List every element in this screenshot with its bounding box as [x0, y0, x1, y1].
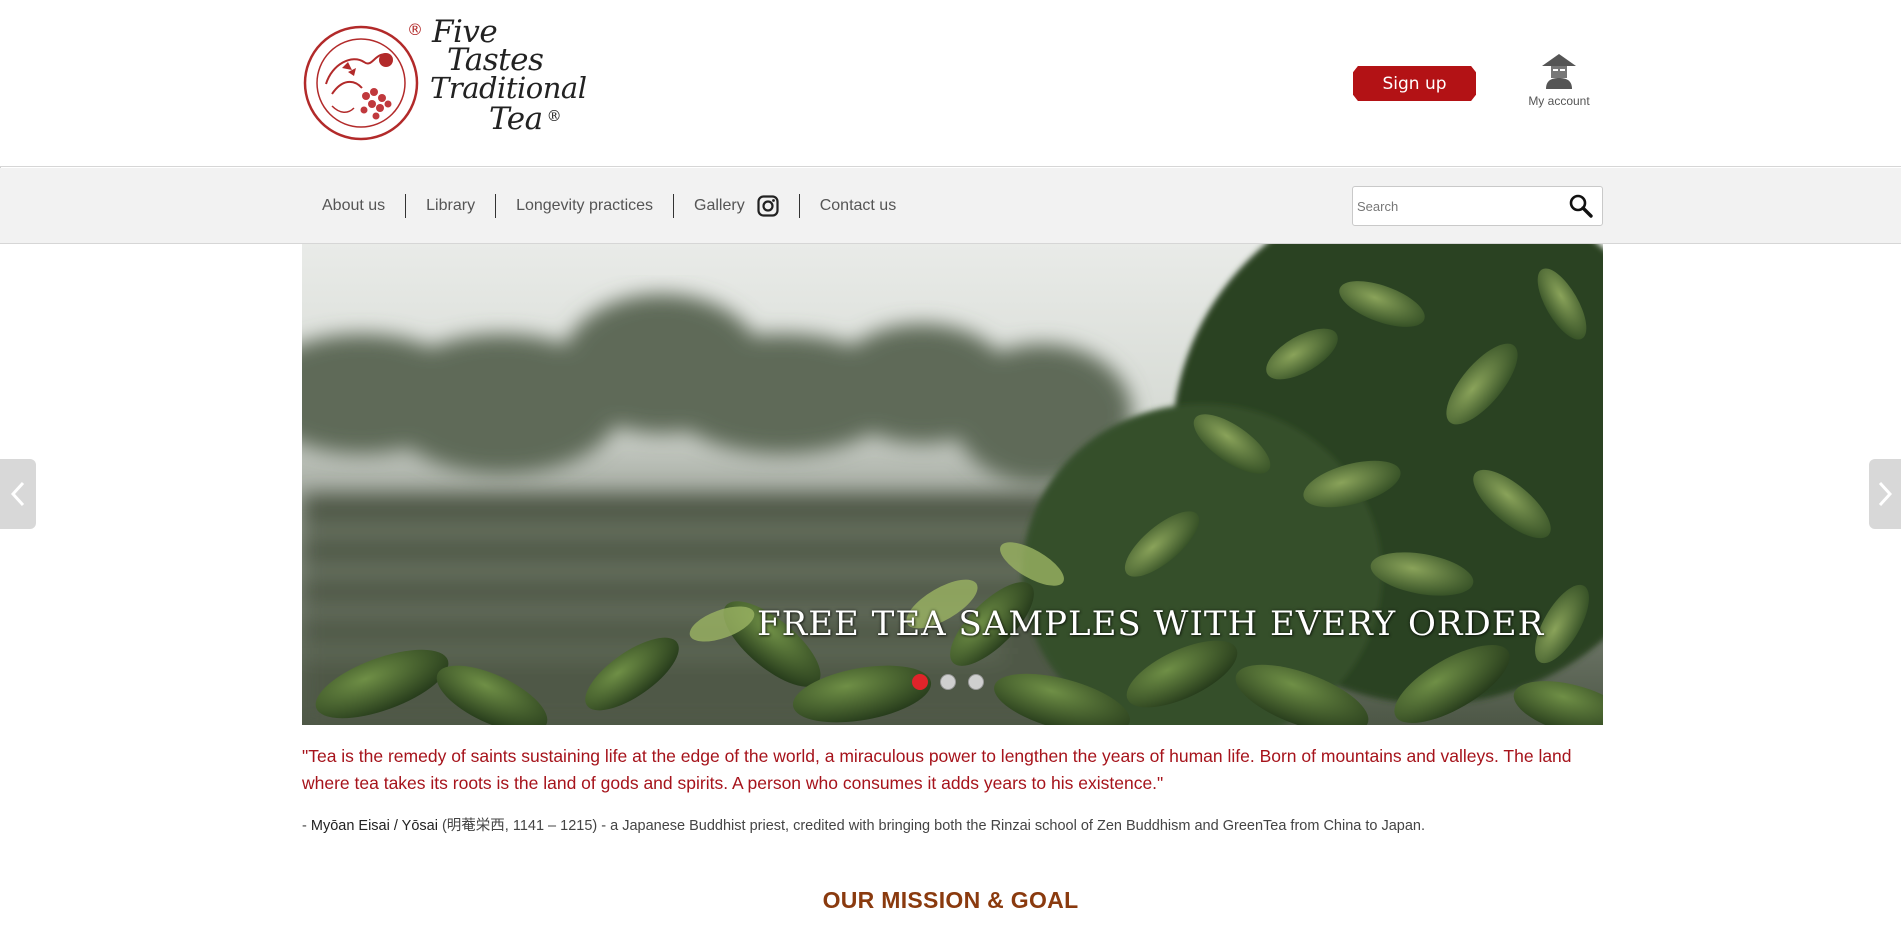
instagram-icon[interactable] [757, 195, 779, 217]
nav-item-library[interactable]: Library [406, 194, 495, 218]
quote-attribution: - Myōan Eisai / Yōsai (明菴栄西, 1141 – 1215… [302, 814, 1602, 835]
logo-word-tea: Tea ® [489, 102, 586, 135]
signup-button[interactable]: Sign up [1353, 66, 1476, 101]
nav-item-label: Gallery [694, 197, 745, 214]
slide-image-tea-plantation [302, 244, 1603, 725]
logo-registered-mark: ® [407, 20, 423, 39]
logo-word-tastes: Tastes [447, 42, 544, 78]
main-navbar: About us Library Longevity practices Gal… [0, 168, 1901, 244]
nav-item-gallery[interactable]: Gallery [674, 194, 799, 218]
search-box [1352, 186, 1603, 226]
site-logo[interactable]: ® Five Tastes Traditional Tea ® [302, 17, 587, 144]
search-icon[interactable] [1568, 193, 1594, 219]
logo-word-tea-text: Tea [489, 101, 543, 137]
account-icon [1542, 54, 1576, 89]
site-header: ® Five Tastes Traditional Tea ® Sign up M… [0, 0, 1901, 167]
hero-slider: FREE TEA SAMPLES WITH EVERY ORDER [302, 244, 1603, 725]
chevron-left-icon [10, 481, 25, 507]
attribution-prefix: - [302, 818, 311, 834]
mission-heading: OUR MISSION & GOAL [822, 887, 1079, 913]
chevron-right-icon [1878, 481, 1893, 507]
slider-prev-button[interactable] [0, 459, 36, 529]
nav-item-label: Library [426, 197, 476, 214]
slider-dot-1[interactable] [912, 674, 928, 690]
logo-word-traditional: Traditional [430, 71, 587, 105]
nav-item-contact-us[interactable]: Contact us [800, 194, 916, 218]
slide-caption: FREE TEA SAMPLES WITH EVERY ORDER [757, 604, 1545, 644]
nav-item-label: About us [322, 197, 386, 214]
slider-next-button[interactable] [1869, 459, 1901, 529]
attribution-name: Myōan Eisai / Yōsai [310, 818, 438, 834]
attribution-details: (明菴栄西, 1141 – 1215) - a Japanese Buddhis… [437, 818, 1426, 834]
slider-dot-2[interactable] [940, 674, 956, 690]
logo-registered-mark-small: ® [546, 107, 562, 125]
nav-item-label: Contact us [819, 197, 897, 214]
slider-pagination [912, 674, 984, 690]
page: ® Five Tastes Traditional Tea ® Sign up M… [0, 0, 1901, 929]
nav-item-about-us[interactable]: About us [302, 194, 405, 218]
main-nav: About us Library Longevity practices Gal… [302, 194, 916, 218]
slider-dot-3[interactable] [968, 674, 984, 690]
nav-item-longevity-practices[interactable]: Longevity practices [496, 194, 673, 218]
my-account-link[interactable]: My account [1522, 52, 1596, 116]
logo-emblem-icon [303, 25, 419, 141]
logo-wordmark: Five Tastes Traditional Tea ® [430, 17, 587, 135]
search-input[interactable] [1357, 192, 1557, 220]
nav-item-label: Longevity practices [516, 197, 654, 214]
tea-quote: "Tea is the remedy of saints sustaining … [302, 746, 1572, 793]
my-account-label: My account [1528, 94, 1590, 108]
